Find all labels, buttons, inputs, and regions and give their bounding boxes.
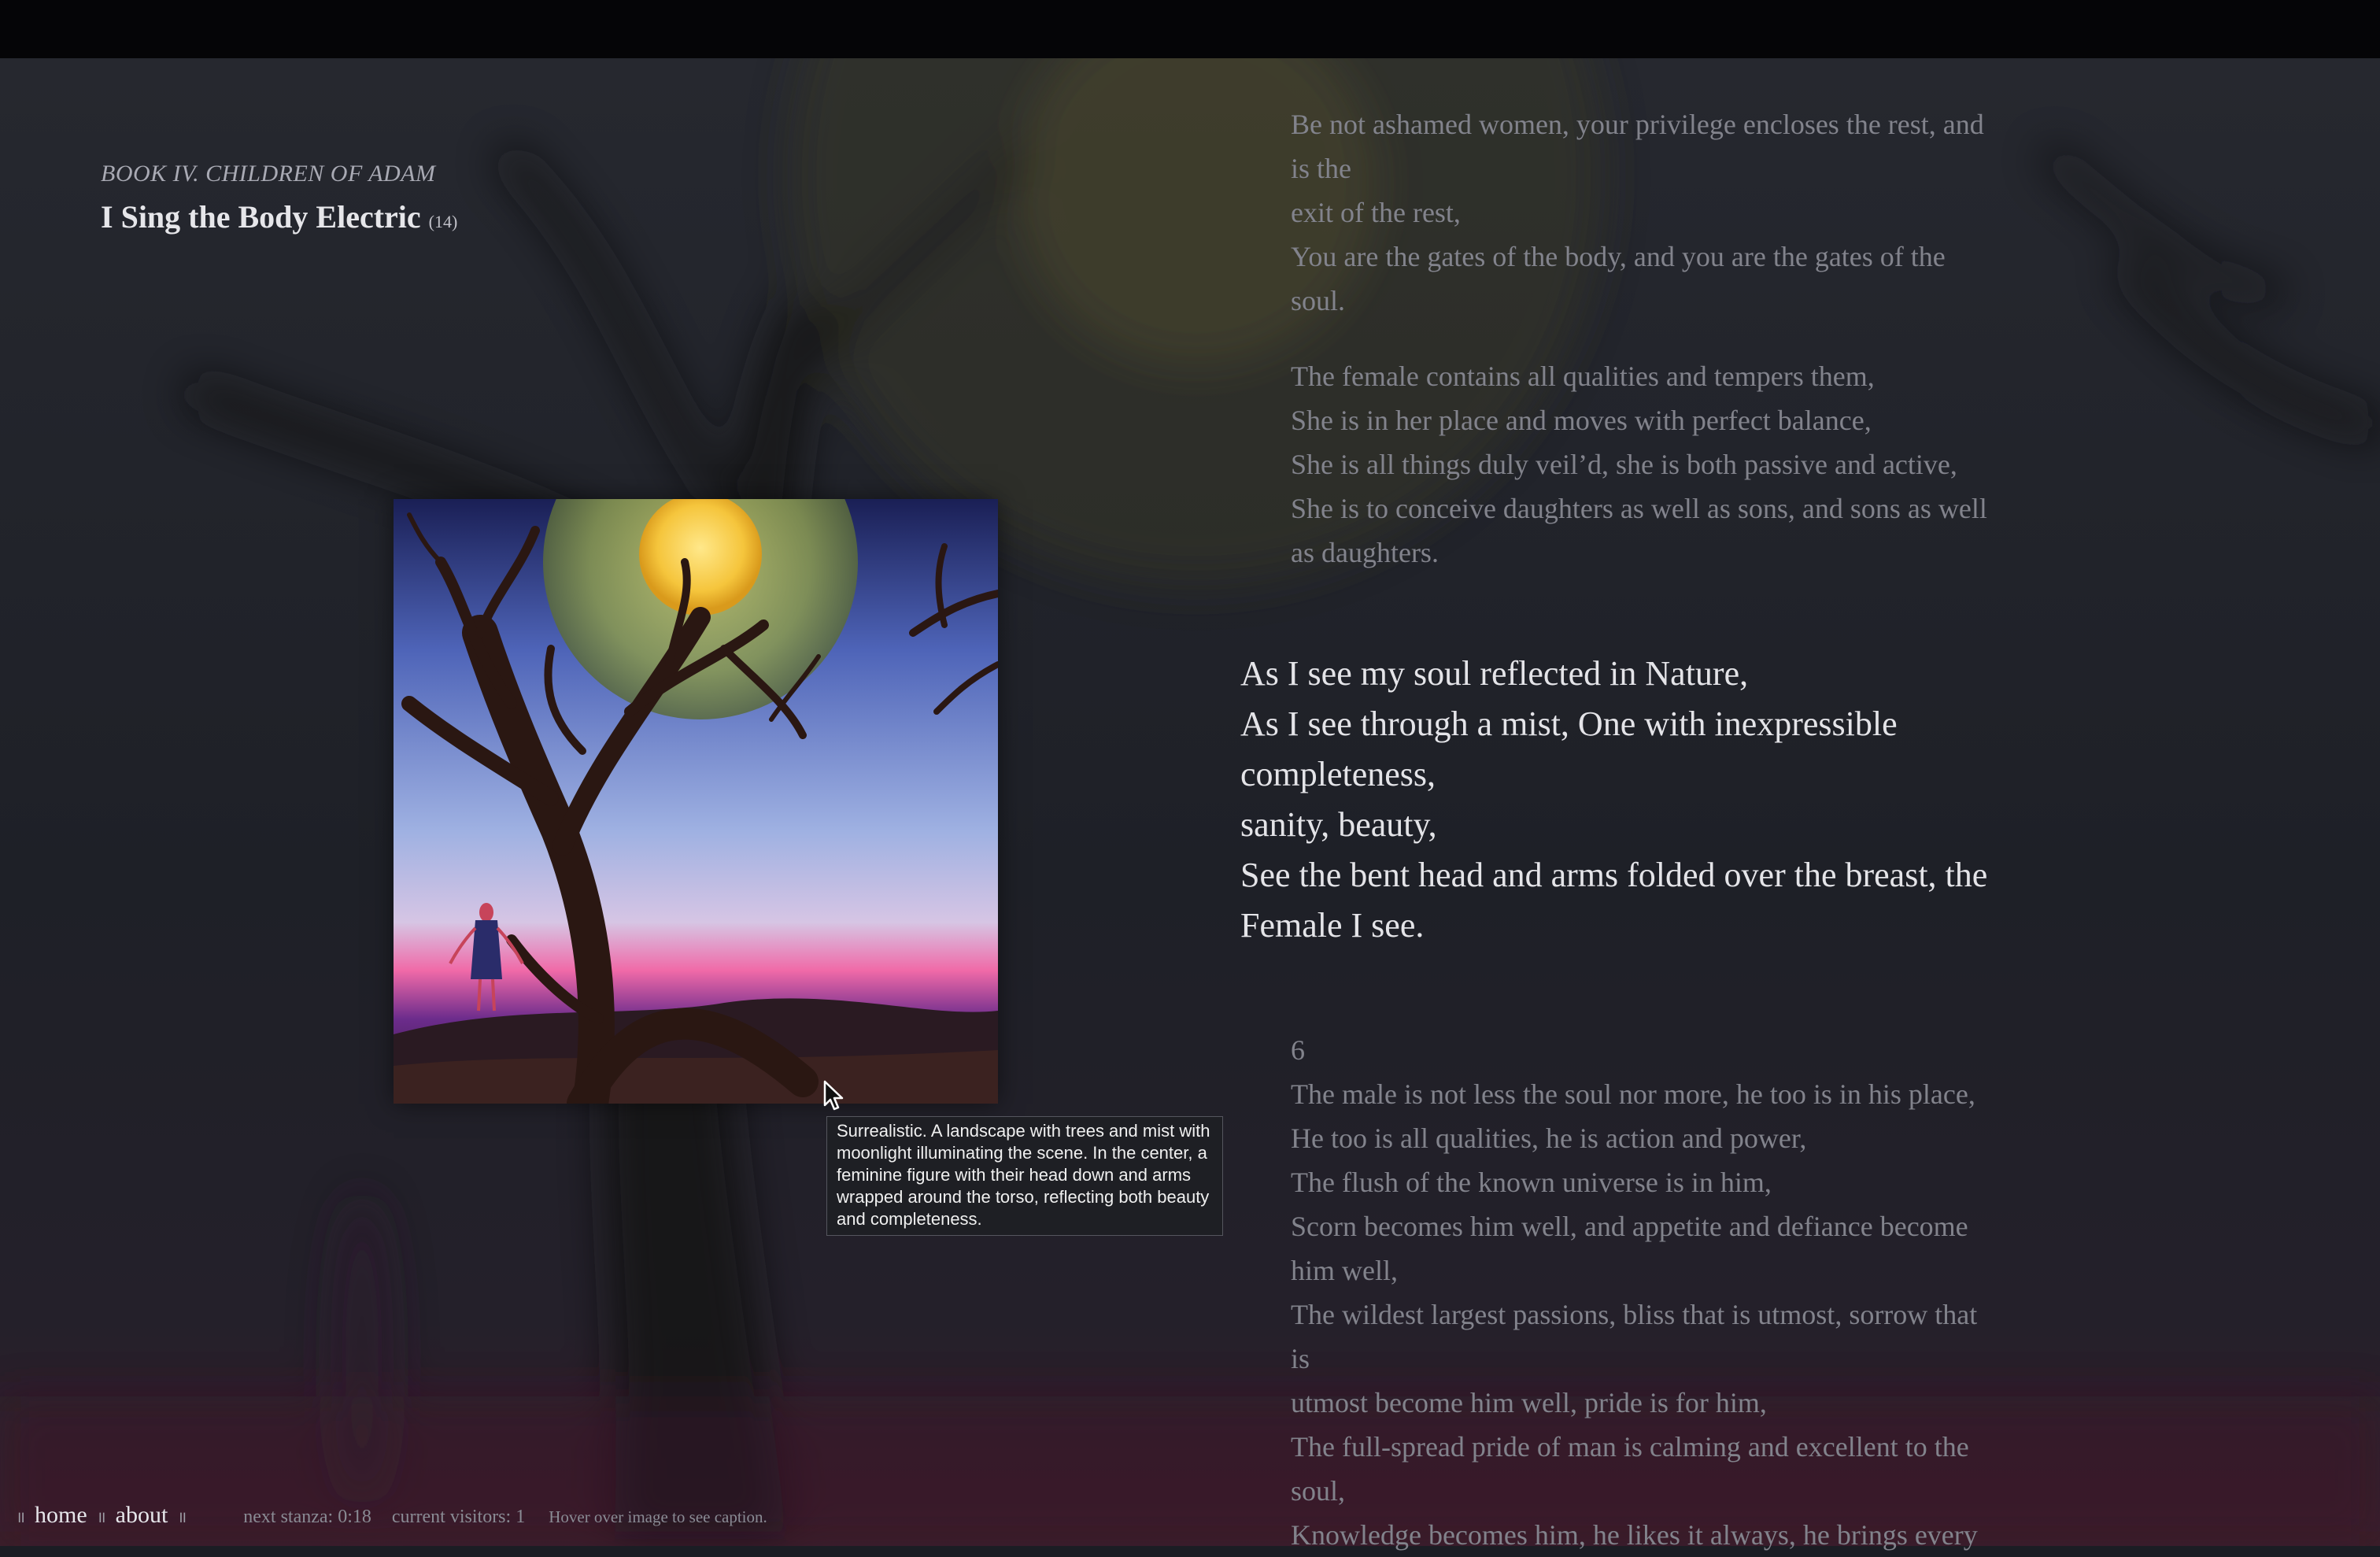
poem-stanza-next: 6 The male is not less the soul nor more…: [1291, 1028, 2078, 1557]
next-stanza-timer: next stanza: 0:18: [243, 1507, 371, 1527]
top-bar: [0, 0, 2380, 58]
book-label: BOOK IV. CHILDREN OF ADAM: [101, 161, 436, 187]
visitor-count: current visitors: 1: [391, 1507, 526, 1527]
poem-line: The female contains all qualities and te…: [1291, 361, 1875, 392]
poem-line: You are the gates of the body, and you a…: [1291, 241, 1946, 272]
poem-line: The flush of the known universe is in hi…: [1291, 1167, 1772, 1198]
poem-line: He too is all qualities, he is action an…: [1291, 1122, 1807, 1154]
mouse-cursor-icon: [823, 1080, 844, 1111]
poem-line: Scorn becomes him well, and appetite and…: [1291, 1211, 1968, 1242]
poem-line: She is to conceive daughters as well as …: [1291, 493, 1987, 524]
poem-line-current: As I see through a mist, One with inexpr…: [1240, 705, 1898, 743]
poem-line: The wildest largest passions, bliss that…: [1291, 1299, 1978, 1330]
image-caption-tooltip: Surrealistic. A landscape with trees and…: [826, 1116, 1223, 1236]
poem-stanza-previous-2: The female contains all qualities and te…: [1291, 354, 2078, 575]
nav-separator: ॥: [16, 1509, 25, 1526]
poem-line: soul,: [1291, 1475, 1346, 1507]
poem-section-count: (14): [428, 212, 458, 231]
poem-line: Be not ashamed women, your privilege enc…: [1291, 109, 1984, 140]
nav-separator: ॥: [177, 1509, 187, 1526]
caption-hint: Hover over image to see caption.: [549, 1507, 767, 1526]
poem-line-current: sanity, beauty,: [1240, 805, 1437, 844]
poem-line: She is all things duly veil’d, she is bo…: [1291, 449, 1957, 480]
poem-line: Knowledge becomes him, he likes it alway…: [1291, 1519, 1978, 1551]
poem-title-text: I Sing the Body Electric: [101, 199, 421, 235]
poem-title: I Sing the Body Electric (14): [101, 198, 457, 235]
surreal-landscape-image[interactable]: [394, 405, 1002, 1122]
poem-line: The male is not less the soul nor more, …: [1291, 1078, 1975, 1110]
poem-line-current: Female I see.: [1240, 906, 1425, 945]
home-link[interactable]: home: [35, 1502, 87, 1528]
poem-line: utmost become him well, pride is for him…: [1291, 1387, 1767, 1418]
poem-stanza-previous: Be not ashamed women, your privilege enc…: [1291, 102, 2078, 323]
footer-bar: ॥ home ॥ about ॥ next stanza: 0:18 curre…: [11, 1502, 767, 1530]
poem-line-current: See the bent head and arms folded over t…: [1240, 856, 1988, 894]
poem-line: as daughters.: [1291, 537, 1439, 568]
poem-line: is the: [1291, 153, 1351, 184]
poem-line: soul.: [1291, 285, 1346, 316]
poem-stanza-current: As I see my soul reflected in Nature, As …: [1240, 649, 2098, 951]
poem-line: The full-spread pride of man is calming …: [1291, 1431, 1969, 1463]
poem-line-current: As I see my soul reflected in Nature,: [1240, 654, 1749, 693]
poem-line-current: completeness,: [1240, 755, 1436, 793]
poem-line: exit of the rest,: [1291, 197, 1461, 228]
section-number: 6: [1291, 1034, 1305, 1066]
nav-separator: ॥: [96, 1509, 106, 1526]
poem-line: is: [1291, 1343, 1310, 1374]
poem-line: She is in her place and moves with perfe…: [1291, 405, 1872, 436]
poem-line: him well,: [1291, 1255, 1398, 1286]
about-link[interactable]: about: [116, 1502, 168, 1528]
